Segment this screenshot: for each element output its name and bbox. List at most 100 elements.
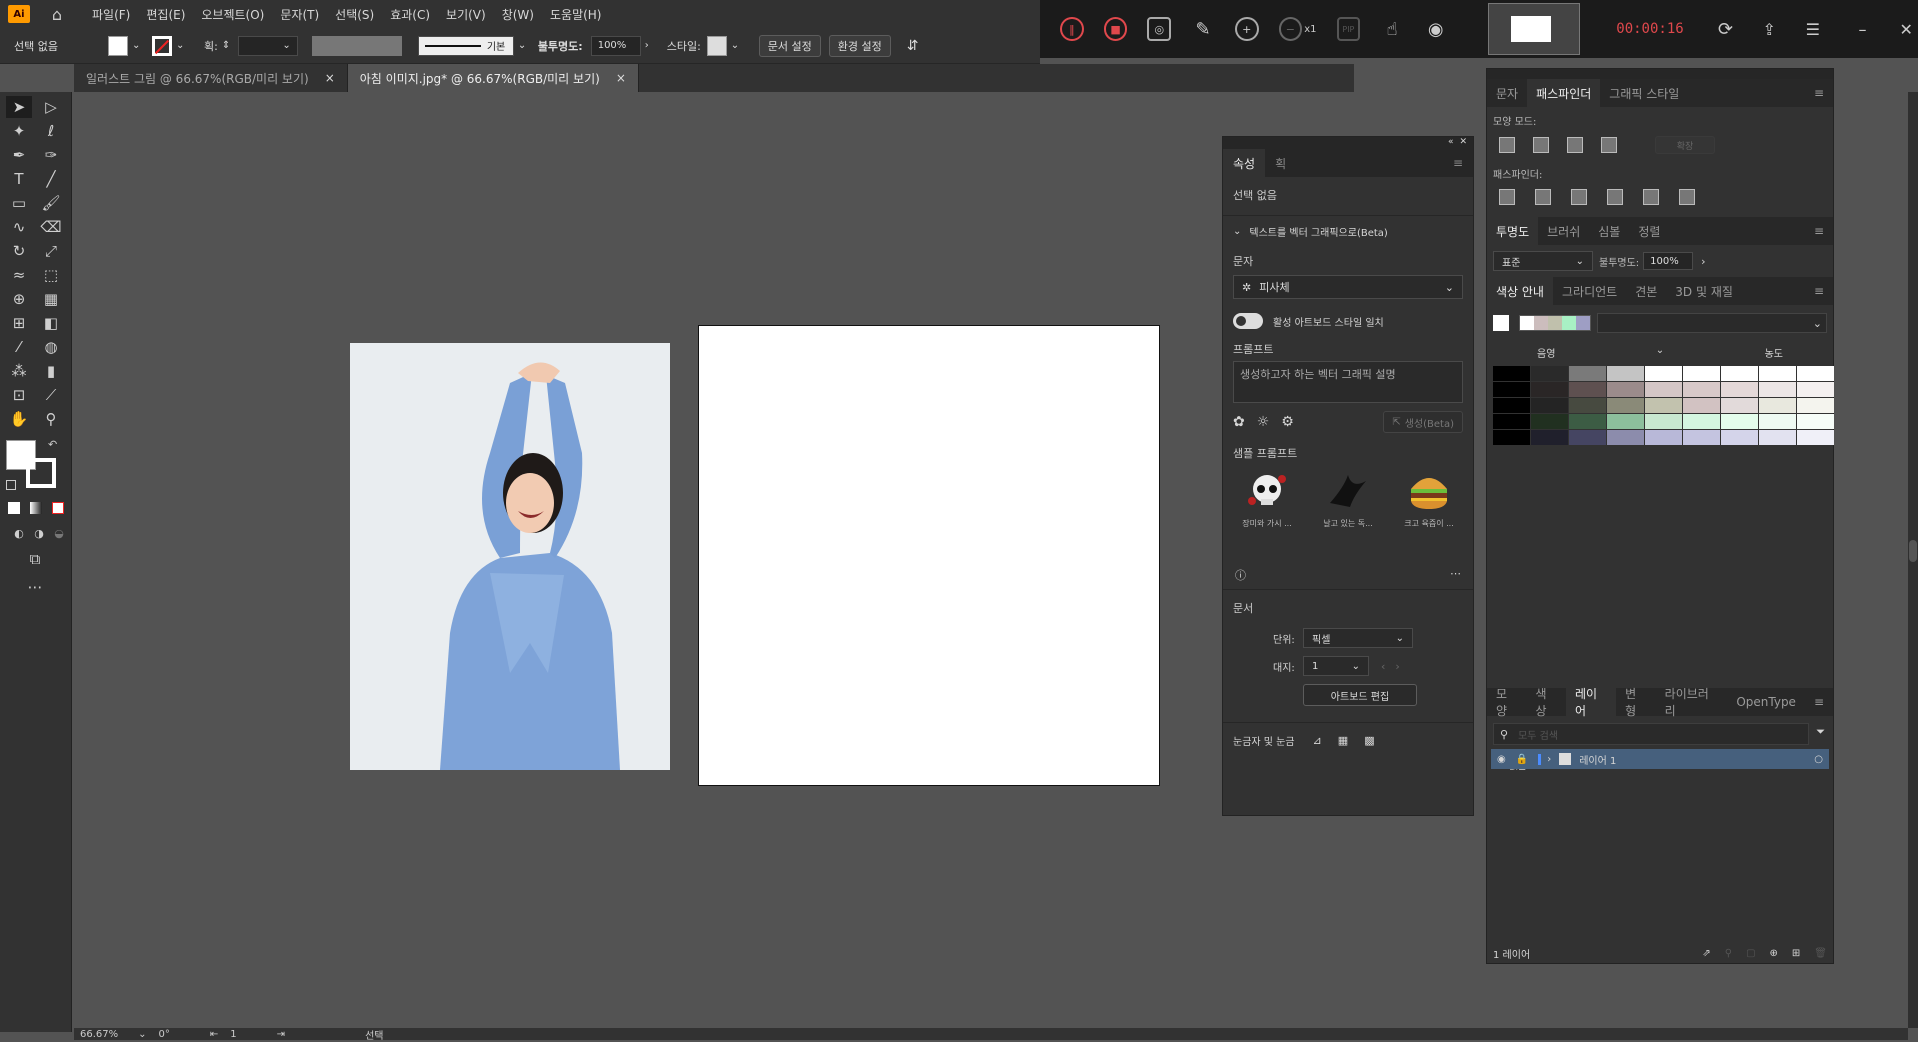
expand-button[interactable]: 확장 xyxy=(1655,136,1715,154)
minus-front-icon[interactable] xyxy=(1533,137,1549,153)
panel-menu-icon[interactable]: ≡ xyxy=(1805,79,1833,107)
color-guide-swatch[interactable] xyxy=(1797,366,1834,381)
tab-character[interactable]: 문자 xyxy=(1487,79,1527,107)
edit-artboards-button[interactable]: 아트보드 편집 xyxy=(1303,684,1417,706)
layer-name[interactable]: 레이어 1 xyxy=(1579,752,1616,767)
symbol-sprayer-icon[interactable]: ⁂ xyxy=(6,360,32,382)
transparency-grid-icon[interactable]: ▩ xyxy=(1364,734,1374,747)
trim-icon[interactable] xyxy=(1535,189,1551,205)
menu-view[interactable]: 보기(V) xyxy=(438,6,494,23)
color-guide-swatch[interactable] xyxy=(1797,430,1834,445)
layer-search-input[interactable]: ⚲ 모두 검색 xyxy=(1493,723,1809,745)
color-guide-swatch[interactable] xyxy=(1721,366,1758,381)
tab-opentype[interactable]: OpenType xyxy=(1727,688,1805,716)
stroke-weight-field[interactable]: ⌄ xyxy=(237,35,298,56)
menu-object[interactable]: 오브젝트(O) xyxy=(193,6,272,23)
color-guide-swatch[interactable] xyxy=(1721,414,1758,429)
scale-tool-icon[interactable]: ⤢ xyxy=(38,240,64,262)
panel-menu-icon[interactable]: ≡ xyxy=(1805,277,1833,305)
next-artboard-icon[interactable]: › xyxy=(1395,660,1399,673)
target-icon[interactable]: ○ xyxy=(1814,754,1823,765)
minimize-icon[interactable]: – xyxy=(1851,17,1875,41)
lock-icon[interactable]: 🔒 xyxy=(1516,754,1528,765)
color-guide-swatch[interactable] xyxy=(1607,430,1644,445)
default-colors-icon[interactable] xyxy=(6,480,16,490)
vertical-scrollbar[interactable] xyxy=(1908,92,1918,1028)
color-guide-swatch[interactable] xyxy=(1531,398,1568,413)
more-tools-icon[interactable]: ⋯ xyxy=(22,576,48,598)
stroke-color-icon[interactable] xyxy=(26,458,56,488)
tab-pathfinder[interactable]: 패스파인더 xyxy=(1527,79,1601,107)
chevron-down-icon[interactable]: ⌄ xyxy=(132,40,142,51)
pause-icon[interactable]: ‖ xyxy=(1060,17,1084,41)
perspective-grid-icon[interactable]: ▦ xyxy=(38,288,64,310)
line-tool-icon[interactable]: ╱ xyxy=(38,168,64,190)
free-transform-icon[interactable]: ⬚ xyxy=(38,264,64,286)
color-guide-swatch[interactable] xyxy=(1721,430,1758,445)
color-guide-swatch[interactable] xyxy=(1721,398,1758,413)
more-options-icon[interactable]: ⋯ xyxy=(1450,567,1461,583)
color-guide-swatch[interactable] xyxy=(1569,414,1606,429)
blend-tool-icon[interactable]: ◍ xyxy=(38,336,64,358)
color-guide-swatch[interactable] xyxy=(1607,398,1644,413)
recording-thumbnail[interactable] xyxy=(1487,3,1581,55)
export-icon[interactable]: ⇪ xyxy=(1757,17,1781,41)
draw-inside-icon[interactable]: ◒ xyxy=(46,522,72,544)
magic-wand-icon[interactable]: ✦ xyxy=(6,120,32,142)
clipping-mask-icon[interactable]: ▢ xyxy=(1746,948,1755,959)
refresh-icon[interactable]: ⟳ xyxy=(1714,17,1738,41)
color-guide-swatch[interactable] xyxy=(1759,382,1796,397)
tab-morning-image[interactable]: 아침 이미지.jpg* @ 66.67%(RGB/미리 보기) × xyxy=(347,64,639,92)
style-picker-icon[interactable]: ✿ xyxy=(1233,414,1245,430)
color-guide-swatch[interactable] xyxy=(1759,398,1796,413)
preferences-button[interactable]: 환경 설정 xyxy=(828,34,891,57)
eraser-icon[interactable]: ⌫ xyxy=(38,216,64,238)
blend-mode-select[interactable]: 표준 ⌄ xyxy=(1493,251,1593,271)
close-icon[interactable]: ✕ xyxy=(1894,17,1918,41)
gradient-mode-icon[interactable] xyxy=(30,502,42,514)
grid-icon[interactable]: ▦ xyxy=(1338,734,1348,747)
tab-color[interactable]: 색상 xyxy=(1526,687,1565,718)
color-guide-swatch[interactable] xyxy=(1645,398,1682,413)
prev-artboard-icon[interactable]: ‹ xyxy=(1381,660,1385,673)
match-style-toggle[interactable] xyxy=(1233,313,1263,329)
color-guide-swatch[interactable] xyxy=(1531,382,1568,397)
minus-back-icon[interactable] xyxy=(1679,189,1695,205)
shape-builder-icon[interactable]: ⊕ xyxy=(6,288,32,310)
sample-prompt-item[interactable]: 크고 육즙이 ... xyxy=(1399,467,1459,529)
tab-symbols[interactable]: 심볼 xyxy=(1589,217,1629,245)
menu-help[interactable]: 도움말(H) xyxy=(542,6,610,23)
color-guide-swatch[interactable] xyxy=(1493,430,1530,445)
variable-width-field[interactable] xyxy=(311,35,402,56)
color-guide-swatch[interactable] xyxy=(1645,414,1682,429)
screen-mode-icon[interactable]: ⧉ xyxy=(22,548,48,570)
color-guide-grid[interactable] xyxy=(1487,366,1834,445)
idea-bulb-icon[interactable]: ☼ xyxy=(1257,414,1270,430)
merge-icon[interactable] xyxy=(1571,189,1587,205)
rectangle-tool-icon[interactable]: ▭ xyxy=(6,192,32,214)
tab-libraries[interactable]: 라이브러리 xyxy=(1656,687,1728,718)
zoom-in-icon[interactable]: + xyxy=(1234,17,1259,41)
color-guide-swatch[interactable] xyxy=(1531,430,1568,445)
color-guide-swatch[interactable] xyxy=(1607,366,1644,381)
tab-stroke[interactable]: 획 xyxy=(1265,149,1296,177)
tab-appearance[interactable]: 모양 xyxy=(1487,687,1526,718)
tab-illustration[interactable]: 일러스트 그림 @ 66.67%(RGB/미리 보기) × xyxy=(74,64,348,92)
info-icon[interactable]: ⓘ xyxy=(1235,567,1246,583)
tab-3d-materials[interactable]: 3D 및 재질 xyxy=(1666,277,1742,305)
color-guide-swatch[interactable] xyxy=(1683,398,1720,413)
stop-icon[interactable]: ■ xyxy=(1103,17,1128,41)
color-guide-swatch[interactable] xyxy=(1493,382,1530,397)
color-guide-swatch[interactable] xyxy=(1797,398,1834,413)
artboard-select[interactable]: 1 ⌄ xyxy=(1303,656,1369,676)
pencil-icon[interactable]: ✎ xyxy=(1191,17,1215,41)
tab-brushes[interactable]: 브러쉬 xyxy=(1538,217,1589,245)
chevron-down-icon[interactable]: ⌄ xyxy=(176,40,186,51)
color-guide-swatch[interactable] xyxy=(1607,414,1644,429)
color-guide-swatch[interactable] xyxy=(1645,430,1682,445)
sample-prompt-item[interactable]: 장미와 가시 ... xyxy=(1237,467,1297,529)
color-guide-swatch[interactable] xyxy=(1759,366,1796,381)
lasso-icon[interactable]: ℓ xyxy=(38,120,64,142)
last-artboard-icon[interactable]: ⇥ xyxy=(277,1029,285,1040)
artboard-number[interactable]: 1 xyxy=(230,1029,236,1040)
